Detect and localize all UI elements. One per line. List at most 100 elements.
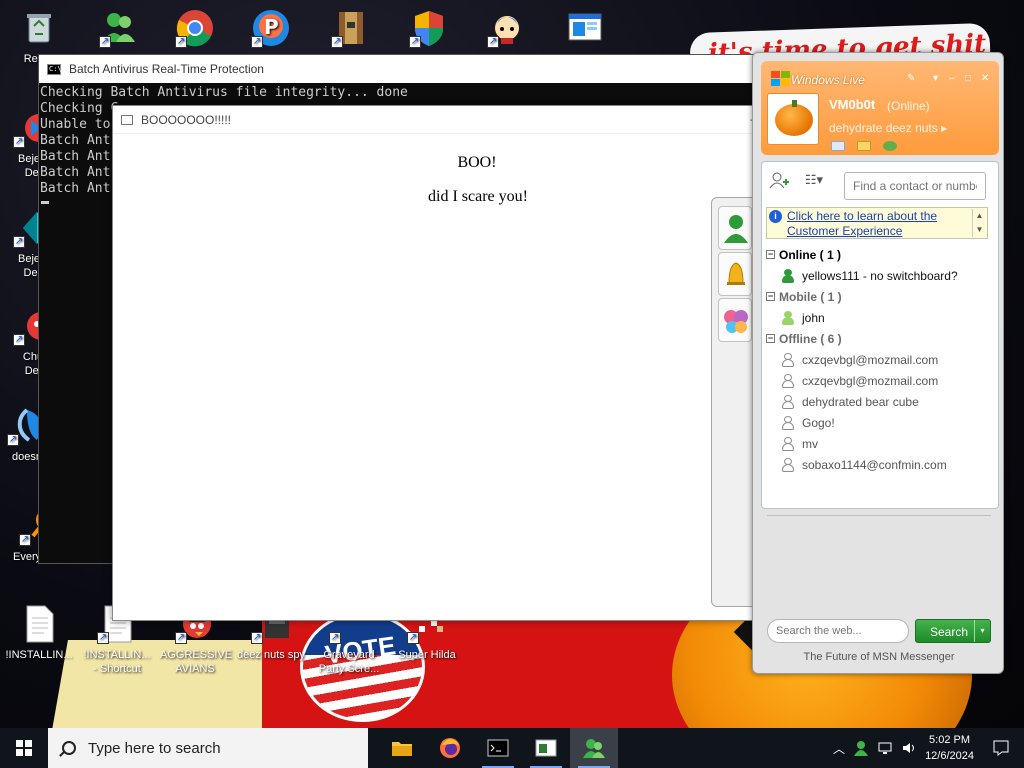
console-title: Batch Antivirus Real-Time Protection (69, 62, 264, 76)
banner-scrollbar[interactable]: ▲ ▼ (972, 209, 986, 237)
system-tray: ︿ 5:02 PM 12/6/2024 (833, 728, 1024, 768)
console-titlebar[interactable]: C:\ Batch Antivirus Real-Time Protection (39, 55, 757, 83)
command-prompt-icon: C:\ (47, 63, 62, 75)
p-logo-icon: P ↗ (251, 8, 291, 48)
desktop-icon-winrar[interactable]: ↗ (316, 8, 386, 52)
status-text[interactable]: (Online) (887, 99, 930, 113)
contact-item[interactable]: cxzqevbgl@mozmail.com (766, 370, 988, 391)
desktop-icon-label: deez nuts spy (237, 649, 305, 661)
divider (767, 515, 991, 516)
customize-icon[interactable]: ✎ (907, 73, 915, 84)
boo-content: BOO! did I scare you! (113, 154, 767, 206)
desktop-icon-anime-app[interactable]: ↗ (472, 8, 542, 52)
desktop-icon-window-app[interactable] (550, 8, 620, 52)
butterfly-icon (724, 310, 748, 333)
window-icon (121, 114, 133, 125)
console-line: Batch Ant (40, 133, 111, 148)
messenger-tray-icon[interactable] (853, 740, 869, 756)
group-header-offline[interactable]: − Offline ( 6 ) (766, 328, 988, 349)
notifications-icon[interactable] (992, 739, 1010, 757)
contact-item[interactable]: sobaxo1144@confmin.com (766, 454, 988, 475)
group-header-online[interactable]: − Online ( 1 ) (766, 244, 988, 265)
console-line: Batch Ant (40, 181, 111, 196)
folder-icon[interactable] (857, 141, 871, 151)
collapse-icon[interactable]: − (766, 250, 775, 259)
personal-message[interactable]: dehydrate deez nuts ▸ (829, 121, 947, 135)
contact-item[interactable]: yellows111 - no switchboard? (766, 265, 988, 286)
boo-titlebar[interactable]: BOOOOOOO!!!!! – (113, 106, 767, 134)
contact-groups: − Online ( 1 ) yellows111 - no switchboar… (766, 244, 988, 475)
tab-contacts[interactable] (718, 206, 752, 250)
taskbar-command-prompt[interactable] (474, 728, 522, 768)
close-button[interactable]: ✕ (981, 73, 989, 84)
desktop-icon-installing[interactable]: !INSTALLIN... (4, 604, 74, 662)
display-name[interactable]: VM0b0t (829, 97, 875, 112)
contact-item[interactable]: mv (766, 433, 988, 454)
clock-time: 5:02 PM (929, 734, 971, 746)
menu-dropdown-icon[interactable]: ▾ (933, 73, 938, 84)
search-dropdown-icon[interactable]: ▾ (974, 620, 990, 642)
web-search-input[interactable] (767, 619, 909, 643)
offline-buddy-icon (782, 352, 794, 367)
desktop-icon-p-app[interactable]: P ↗ (236, 8, 306, 52)
shield-icon: ↗ (409, 8, 449, 48)
desktop-icon-label: !INSTALLIN... (5, 649, 73, 661)
taskbar-boo-app[interactable] (522, 728, 570, 768)
web-search-button[interactable]: Search ▾ (915, 619, 991, 643)
minimize-button[interactable]: – (949, 73, 955, 84)
tab-spaces[interactable] (718, 298, 752, 342)
offline-buddy-icon (782, 373, 794, 388)
desktop-icon-security-shield[interactable]: ↗ (394, 8, 464, 52)
desktop-icon-label: Graveyard Party Scre... (318, 649, 380, 675)
maximize-button[interactable]: □ (965, 73, 971, 84)
contact-item[interactable]: Gogo! (766, 412, 988, 433)
show-hidden-icons-icon[interactable]: ︿ (833, 740, 845, 757)
clock[interactable]: 5:02 PM 12/6/2024 (925, 732, 974, 764)
taskbar-firefox[interactable] (426, 728, 474, 768)
buddy-icon (724, 215, 748, 243)
start-button[interactable] (0, 728, 48, 768)
command-prompt-icon (487, 739, 509, 757)
contact-item[interactable]: cxzqevbgl@mozmail.com (766, 349, 988, 370)
shortcut-arrow-icon: ↗ (487, 36, 499, 48)
globe-icon[interactable] (883, 141, 897, 151)
offline-buddy-icon (782, 436, 794, 451)
shortcut-arrow-icon: ↗ (97, 632, 109, 644)
bell-icon (727, 262, 745, 285)
chrome-icon: ↗ (175, 8, 215, 48)
console-cursor (41, 201, 49, 204)
tab-alerts[interactable] (718, 252, 752, 296)
change-list-view-icon[interactable]: ☷▾ (802, 170, 826, 190)
firefox-icon (440, 738, 460, 758)
messenger-buddy-icon: ↗ (99, 8, 139, 48)
boo-window[interactable]: BOOOOOOO!!!!! – BOO! did I scare you! (112, 105, 768, 621)
shortcut-arrow-icon: ↗ (13, 334, 25, 346)
desktop-icon-chrome[interactable]: ↗ (160, 8, 230, 52)
offline-buddy-icon (782, 457, 794, 472)
messenger-window[interactable]: Windows Live ✎ ▾ – □ ✕ VM0b0t (Online) d… (752, 52, 1004, 674)
contact-item[interactable]: john (766, 307, 988, 328)
desktop-icon-label: AGGRESSIVE AVIANS (160, 649, 233, 675)
online-buddy-icon (782, 268, 794, 283)
collapse-icon[interactable]: − (766, 334, 775, 343)
group-header-mobile[interactable]: − Mobile ( 1 ) (766, 286, 988, 307)
shortcut-arrow-icon: ↗ (407, 632, 419, 644)
archive-icon: ↗ (331, 8, 371, 48)
shortcut-arrow-icon: ↗ (251, 632, 263, 644)
desktop-icon-messenger[interactable]: ↗ (84, 8, 154, 52)
shortcut-arrow-icon: ↗ (99, 36, 111, 48)
taskbar-messenger[interactable] (570, 728, 618, 768)
network-icon[interactable] (877, 740, 893, 756)
taskbar-file-explorer[interactable] (378, 728, 426, 768)
avatar[interactable] (767, 93, 819, 145)
customer-experience-link[interactable]: Click here to learn about the Customer E… (787, 209, 967, 239)
volume-icon[interactable] (901, 740, 917, 756)
contact-item[interactable]: dehydrated bear cube (766, 391, 988, 412)
contact-search-input[interactable] (844, 172, 986, 200)
collapse-icon[interactable]: − (766, 292, 775, 301)
messenger-brand: Windows Live (791, 73, 865, 87)
add-contact-icon[interactable] (768, 170, 792, 190)
taskbar-search-box[interactable]: Type here to search (48, 728, 368, 768)
mail-icon[interactable] (831, 141, 845, 151)
shortcut-arrow-icon: ↗ (329, 632, 341, 644)
